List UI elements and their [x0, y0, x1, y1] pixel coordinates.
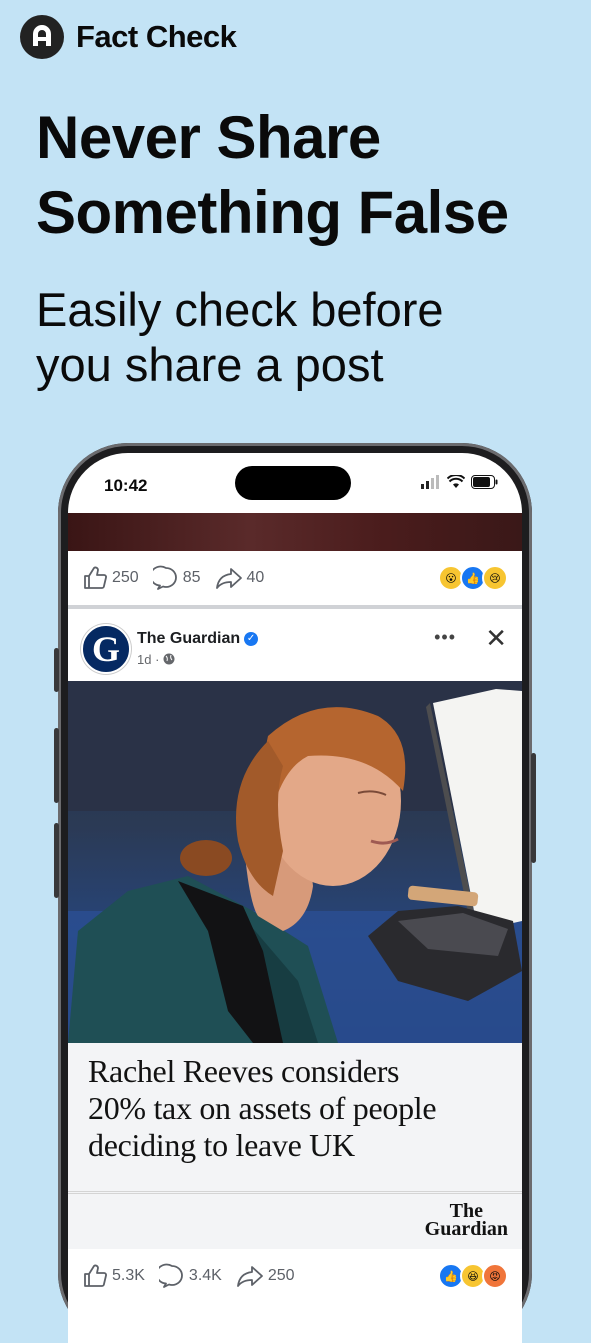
post-comment-count[interactable]: 3.4K — [158, 1263, 222, 1289]
previous-post-reaction-bar: 250 85 40 😮 👍 😢 — [68, 551, 522, 605]
page-name-label: The Guardian — [137, 630, 241, 647]
battery-icon — [471, 475, 498, 489]
post-like-count[interactable]: 5.3K — [82, 1263, 145, 1289]
guardian-logo: The Guardian — [424, 1201, 508, 1240]
article-title-line-3: deciding to leave UK — [88, 1127, 355, 1163]
close-icon[interactable]: ✕ — [485, 623, 507, 654]
post-share-count-value: 250 — [267, 1267, 295, 1284]
post-reaction-bar: 5.3K 3.4K 250 👍 😆 😡 — [68, 1249, 522, 1303]
comment-count-value: 85 — [182, 569, 201, 586]
phone-mockup: 10:42 250 85 40 😮 👍 😢 G The Guardian ✓ 1… — [54, 443, 536, 1343]
subhead-line-1: Easily check before — [36, 283, 444, 336]
app-logo-icon — [20, 15, 64, 59]
guardian-post: G The Guardian ✓ 1d · ••• ✕ Rachel Reeve… — [68, 609, 522, 1343]
dynamic-island — [235, 466, 351, 500]
wifi-icon — [447, 475, 465, 488]
post-photo[interactable] — [68, 681, 522, 1043]
comment-count[interactable]: 85 — [152, 565, 201, 591]
power-button — [531, 753, 536, 863]
post-page-name[interactable]: The Guardian ✓ — [137, 630, 259, 648]
globe-icon — [163, 653, 175, 665]
like-count-value: 250 — [112, 569, 139, 586]
post-header: G The Guardian ✓ 1d · ••• ✕ — [68, 609, 522, 681]
thumbs-up-icon — [84, 566, 107, 589]
like-count[interactable]: 250 — [82, 565, 139, 591]
angry-reaction-icon: 😡 — [482, 1263, 508, 1289]
article-title-line-1: Rachel Reeves considers — [88, 1053, 400, 1089]
more-options-icon[interactable]: ••• — [434, 627, 456, 648]
post-meta: 1d · — [137, 652, 175, 667]
social-feed[interactable]: 250 85 40 😮 👍 😢 G The Guardian ✓ 1d · ••… — [68, 513, 522, 1343]
status-icons — [421, 475, 498, 489]
volume-down-button — [54, 823, 59, 898]
subhead-line-2: you share a post — [36, 338, 384, 391]
app-name: Fact Check — [76, 19, 237, 54]
share-icon — [215, 568, 242, 589]
headline-line-1: Never Share — [36, 104, 381, 171]
portrait-illustration — [68, 681, 522, 1043]
post-timestamp: 1d · — [137, 652, 160, 667]
status-time: 10:42 — [104, 476, 148, 495]
page-subheadline: Easily check before you share a post — [36, 282, 576, 392]
thumbs-up-icon — [84, 1264, 107, 1287]
post-like-count-value: 5.3K — [112, 1267, 145, 1284]
article-title: Rachel Reeves considers 20% tax on asset… — [88, 1053, 502, 1164]
headline-line-2: Something False — [36, 179, 509, 246]
comment-icon — [158, 1263, 183, 1288]
comment-icon — [152, 565, 177, 590]
share-count-value: 40 — [246, 569, 265, 586]
guardian-logo-line-2: Guardian — [424, 1218, 508, 1240]
action-button — [54, 648, 59, 692]
cellular-signal-icon — [421, 475, 439, 489]
post-share-count[interactable]: 250 — [236, 1263, 295, 1289]
page-headline: Never Share Something False — [36, 100, 576, 250]
volume-up-button — [54, 728, 59, 803]
article-headline-box[interactable]: Rachel Reeves considers 20% tax on asset… — [68, 1043, 522, 1191]
share-count[interactable]: 40 — [215, 565, 265, 591]
brand-header: Fact Check — [20, 15, 237, 59]
verified-badge-icon: ✓ — [244, 631, 259, 646]
status-bar: 10:42 — [68, 453, 522, 513]
share-icon — [236, 1266, 263, 1287]
post-comment-count-value: 3.4K — [188, 1267, 222, 1284]
reaction-emoji-stack[interactable]: 😮 👍 😢 — [438, 565, 508, 591]
sad-reaction-icon: 😢 — [482, 565, 508, 591]
article-title-line-2: 20% tax on assets of people — [88, 1090, 437, 1126]
previous-post-image[interactable] — [68, 513, 522, 551]
article-source-box[interactable]: The Guardian — [68, 1191, 522, 1250]
phone-screen: 10:42 250 85 40 😮 👍 😢 G The Guardian ✓ 1… — [68, 453, 522, 1343]
post-reaction-emoji-stack[interactable]: 👍 😆 😡 — [438, 1263, 508, 1289]
avatar[interactable]: G — [81, 624, 131, 674]
